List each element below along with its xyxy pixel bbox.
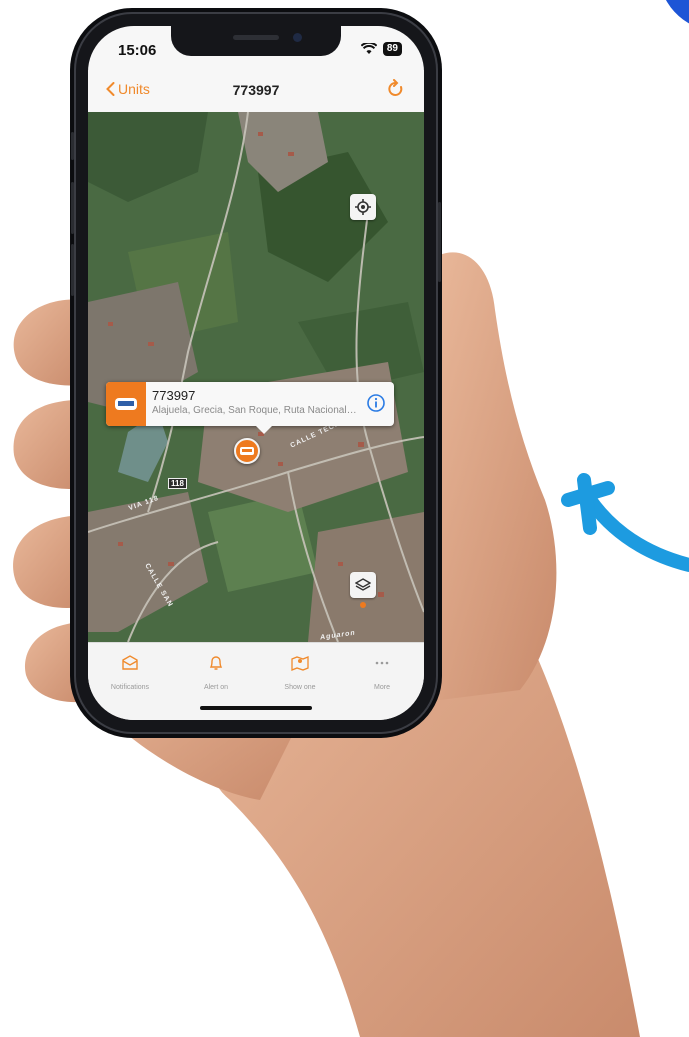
locate-button[interactable] [350, 194, 376, 220]
crosshair-icon [355, 199, 371, 215]
volume-up-button [71, 182, 74, 234]
tab-more[interactable]: More [344, 655, 420, 691]
tab-label: Notifications [110, 684, 150, 691]
tab-show-one[interactable]: Show one [262, 655, 338, 691]
wifi-icon [360, 43, 377, 54]
satellite-map[interactable]: VIA 118 CALLE SAN CALLE TECHO Aguaron 11… [88, 112, 424, 642]
volume-down-button [71, 244, 74, 296]
poi-marker[interactable] [360, 602, 366, 608]
phone-screen: 15:06 89 Units 773997 VIA 118 CALLE SAN … [88, 26, 424, 720]
tab-notifications[interactable]: Notifications [92, 655, 168, 691]
unit-name: 773997 [152, 388, 196, 403]
refresh-button[interactable] [386, 79, 406, 104]
unit-popup[interactable]: 773997 Alajuela, Grecia, San Roque, Ruta… [106, 382, 394, 434]
speaker [233, 35, 279, 40]
arrow-icon [561, 473, 689, 572]
tab-label: More [374, 684, 390, 691]
truck-icon [240, 447, 254, 455]
phone-device: 15:06 89 Units 773997 VIA 118 CALLE SAN … [71, 12, 441, 734]
corner-decoration [658, 0, 689, 49]
layers-button[interactable] [350, 572, 376, 598]
unit-map-marker[interactable] [234, 438, 260, 464]
unit-icon [106, 382, 146, 426]
refresh-icon [388, 79, 403, 96]
popup-pointer [256, 426, 272, 434]
navigation-bar: Units 773997 [88, 70, 424, 112]
unit-address: Alajuela, Grecia, San Roque, Ruta Nacion… [152, 405, 357, 416]
info-icon[interactable] [366, 393, 386, 413]
layers-icon [355, 578, 371, 591]
bell-icon [209, 656, 223, 670]
road-badge: 118 [168, 478, 187, 489]
more-dots-icon [375, 661, 389, 665]
status-indicators: 89 [360, 42, 402, 56]
envelope-icon [122, 655, 138, 670]
page-title: 773997 [232, 82, 280, 98]
map-pin-icon [291, 656, 309, 671]
tab-label: Alert on [203, 684, 229, 691]
truck-icon [115, 398, 137, 410]
notch [171, 26, 341, 56]
tab-label: Show one [284, 684, 316, 691]
status-time: 15:06 [118, 42, 157, 59]
tab-alert-on[interactable]: Alert on [178, 655, 254, 691]
home-indicator[interactable] [200, 706, 312, 710]
mute-switch [71, 132, 74, 160]
camera [293, 33, 302, 42]
battery-indicator: 89 [382, 42, 402, 56]
power-button [438, 202, 441, 282]
map-imagery [88, 112, 424, 642]
